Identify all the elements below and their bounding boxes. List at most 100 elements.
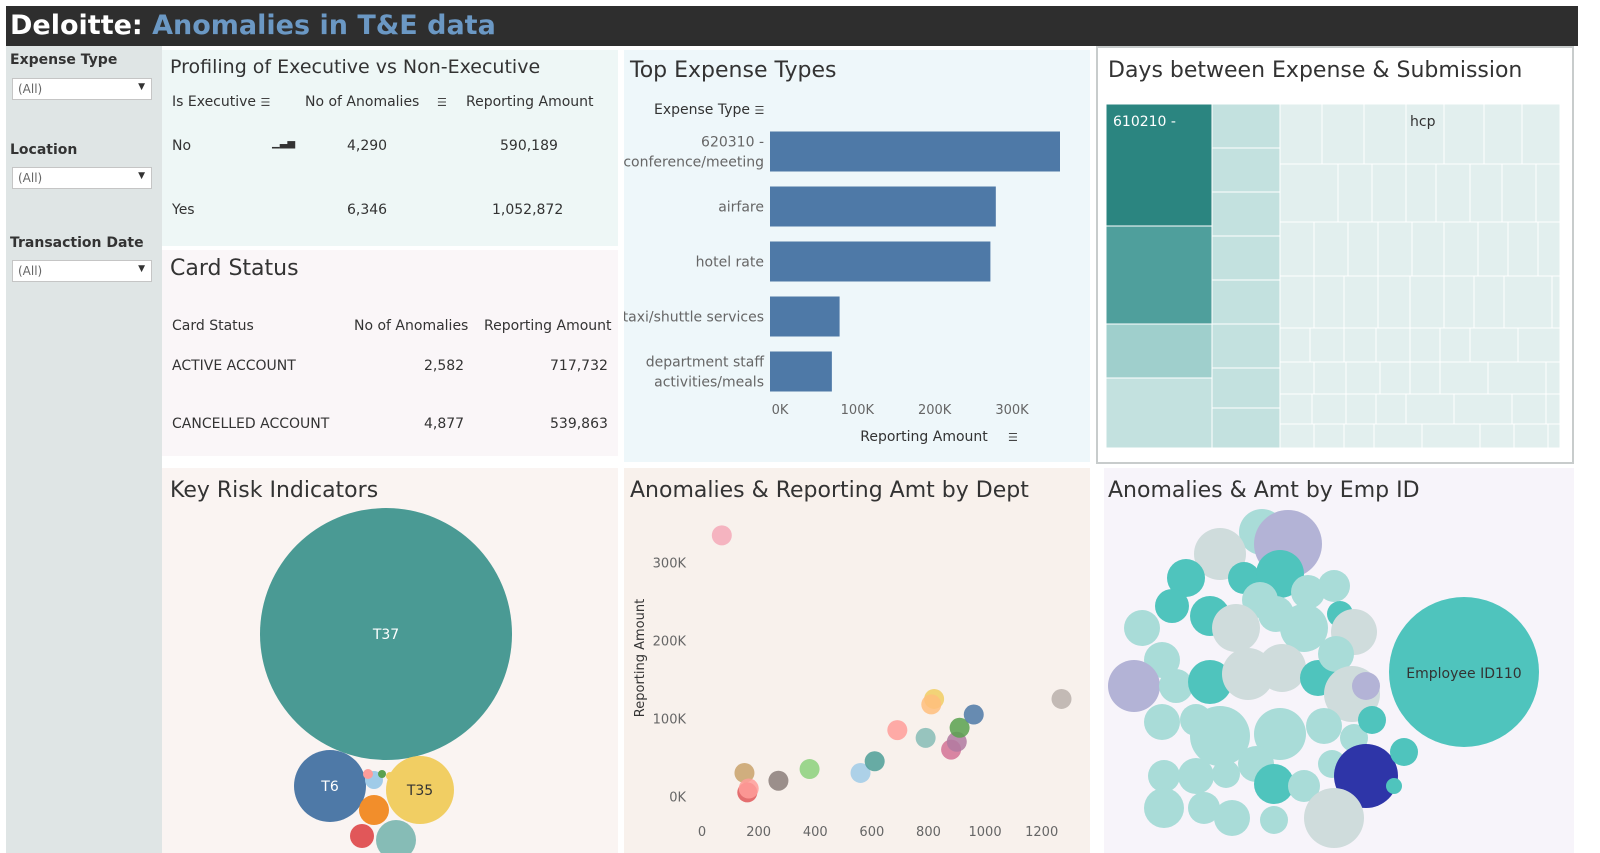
treemap-cell[interactable] (1279, 327, 1311, 363)
profiling-header-anomalies[interactable]: No of Anomalies (305, 94, 419, 110)
treemap-cell[interactable] (1313, 221, 1349, 277)
risk-bubble[interactable] (363, 769, 373, 779)
emp-bubble[interactable] (1304, 788, 1364, 848)
emp-bubble[interactable] (1258, 644, 1306, 692)
treemap-cell[interactable] (1479, 423, 1515, 449)
emp-bubble[interactable] (1155, 589, 1189, 623)
treemap-cell[interactable] (1375, 327, 1411, 363)
treemap-cell[interactable] (1503, 275, 1553, 329)
treemap-cell[interactable] (1311, 393, 1347, 425)
treemap-cell[interactable] (1279, 423, 1315, 449)
emp-bubble[interactable] (1108, 660, 1160, 712)
treemap-cell[interactable] (1347, 221, 1379, 277)
treemap-cell[interactable] (1343, 327, 1377, 363)
treemap-cell[interactable] (1371, 163, 1407, 223)
treemap-cell[interactable] (1405, 393, 1455, 425)
treemap-cell[interactable] (1313, 275, 1345, 329)
treemap-cell[interactable] (1105, 377, 1213, 449)
scatter-point[interactable] (1051, 688, 1072, 709)
treemap-cell[interactable] (1537, 221, 1561, 277)
emp-bubble[interactable] (1144, 704, 1180, 740)
treemap-cell[interactable] (1211, 323, 1281, 369)
treemap-cell[interactable] (1443, 275, 1475, 329)
treemap-cell[interactable] (1313, 361, 1347, 395)
transaction-date-dropdown[interactable]: (All) ▼ (12, 260, 152, 282)
treemap-cell[interactable] (1439, 327, 1471, 363)
treemap-cell[interactable] (1377, 221, 1413, 277)
bar[interactable] (770, 296, 840, 337)
emp-bubble[interactable] (1352, 672, 1380, 700)
bar[interactable] (770, 241, 991, 282)
treemap-cell[interactable] (1483, 103, 1523, 165)
treemap-cell[interactable] (1443, 221, 1479, 277)
treemap-cell[interactable] (1439, 361, 1489, 395)
treemap-cell[interactable] (1337, 163, 1373, 223)
treemap-cell[interactable] (1545, 361, 1561, 395)
treemap-cell[interactable] (1405, 103, 1445, 165)
scatter-point[interactable] (738, 778, 759, 799)
treemap-cell[interactable] (1345, 361, 1381, 395)
emp-bubble[interactable] (1386, 778, 1402, 794)
emp-bubble[interactable] (1306, 708, 1342, 744)
emp-bubble[interactable] (1124, 610, 1160, 646)
treemap-cell[interactable] (1211, 191, 1281, 237)
treemap-cell[interactable] (1453, 393, 1513, 425)
treemap-cell[interactable] (1513, 423, 1549, 449)
treemap-cell[interactable] (1211, 147, 1281, 193)
risk-bubble[interactable] (386, 772, 394, 780)
bar[interactable] (770, 351, 832, 392)
treemap-cell[interactable] (1409, 275, 1445, 329)
emp-bubble[interactable] (1212, 604, 1260, 652)
treemap-cell[interactable] (1547, 423, 1561, 449)
treemap-cell[interactable] (1469, 327, 1519, 363)
treemap-cell[interactable] (1321, 103, 1365, 165)
emp-bubble[interactable] (1214, 800, 1250, 836)
sort-icon[interactable]: ☰ (437, 94, 447, 110)
treemap-cell[interactable] (1501, 163, 1537, 223)
treemap-cell[interactable] (1535, 163, 1561, 223)
treemap-cell[interactable] (1279, 103, 1323, 165)
treemap-cell[interactable] (1211, 279, 1281, 325)
scatter-point[interactable] (921, 694, 942, 715)
treemap-cell[interactable] (1421, 423, 1481, 449)
emp-bubble[interactable] (1144, 788, 1184, 828)
scatter-point[interactable] (864, 751, 885, 772)
treemap-cell[interactable] (1405, 163, 1437, 223)
risk-bubble[interactable] (350, 824, 374, 848)
bar-chart-icon[interactable]: ▁▃▅ (272, 138, 295, 149)
treemap-cell[interactable] (1517, 327, 1561, 363)
bar[interactable] (770, 131, 1060, 172)
scatter-point[interactable] (799, 759, 820, 780)
treemap-cell[interactable] (1435, 163, 1471, 223)
treemap-cell[interactable] (1343, 275, 1379, 329)
treemap-cell[interactable] (1211, 367, 1281, 409)
treemap-cell[interactable] (1521, 103, 1561, 165)
treemap-cell[interactable] (1105, 225, 1213, 325)
bar[interactable] (770, 186, 996, 227)
scatter-point[interactable] (963, 704, 984, 725)
treemap-cell[interactable] (1545, 393, 1561, 425)
treemap-cell[interactable] (1375, 393, 1407, 425)
treemap-cell[interactable] (1443, 103, 1485, 165)
emp-bubble[interactable] (1390, 738, 1418, 766)
treemap-cell[interactable] (1363, 103, 1407, 165)
treemap-cell[interactable] (1487, 361, 1547, 395)
treemap-cell[interactable] (1279, 163, 1339, 223)
treemap-cell[interactable] (1507, 221, 1539, 277)
treemap-cell[interactable] (1379, 361, 1411, 395)
treemap-cell[interactable] (1411, 221, 1445, 277)
treemap-cell[interactable] (1345, 393, 1377, 425)
treemap-cell[interactable] (1211, 103, 1281, 149)
risk-bubble[interactable] (359, 795, 389, 825)
emp-bubble[interactable] (1318, 570, 1350, 602)
treemap-cell[interactable] (1409, 327, 1441, 363)
scatter-point[interactable] (768, 770, 789, 791)
treemap-cell[interactable] (1551, 275, 1561, 329)
risk-bubble[interactable] (378, 770, 386, 778)
treemap-cell[interactable] (1279, 221, 1315, 277)
treemap-cell[interactable] (1279, 361, 1315, 395)
treemap-cell[interactable] (1343, 423, 1375, 449)
treemap-cell[interactable] (1105, 323, 1213, 379)
treemap-cell[interactable] (1279, 393, 1313, 425)
emp-bubble[interactable] (1178, 758, 1214, 794)
